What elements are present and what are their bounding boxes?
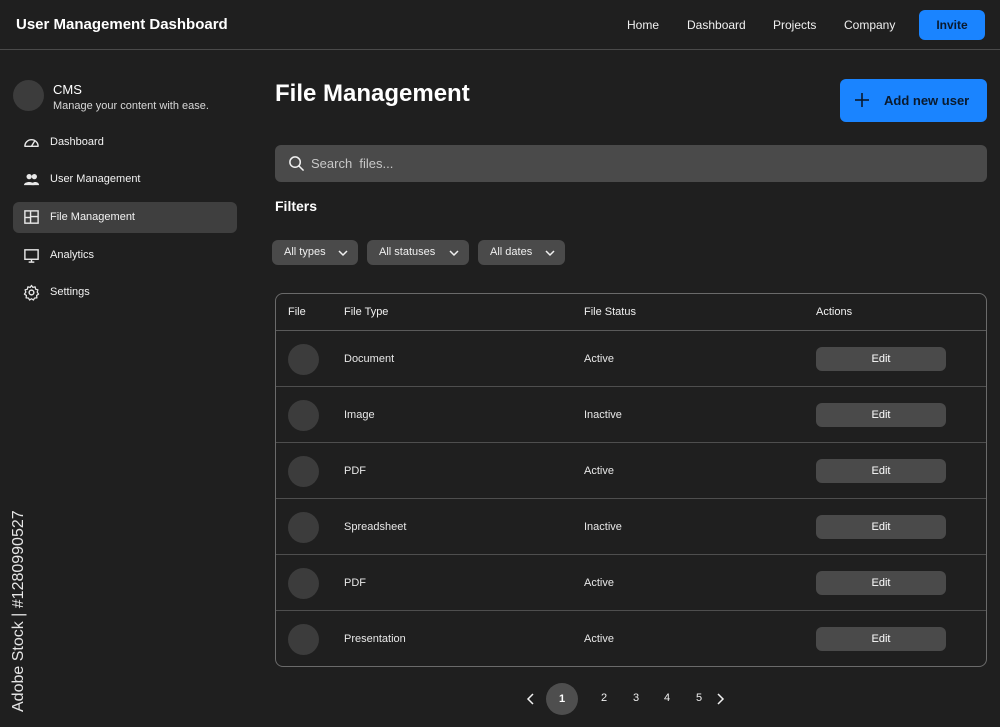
sidebar-item-user-management[interactable]: User Management — [13, 164, 237, 195]
users-icon — [23, 174, 40, 186]
edit-button[interactable]: Edit — [816, 403, 946, 427]
gauge-icon — [24, 138, 39, 147]
app-title: User Management Dashboard — [16, 16, 228, 33]
edit-button[interactable]: Edit — [816, 347, 946, 371]
column-header-file-type: File Type — [344, 306, 389, 318]
table-row: Document Active Edit — [276, 331, 986, 387]
nav-projects[interactable]: Projects — [773, 18, 816, 32]
file-status-cell: Active — [584, 465, 614, 477]
filter-label: All types — [284, 246, 326, 258]
chevron-left-icon[interactable] — [526, 693, 536, 705]
page-2-button[interactable]: 2 — [601, 692, 607, 704]
table-row: PDF Active Edit — [276, 555, 986, 611]
nav-dashboard[interactable]: Dashboard — [687, 18, 746, 32]
invite-button[interactable]: Invite — [919, 10, 985, 40]
files-table: File File Type File Status Actions Docum… — [275, 293, 987, 667]
file-status-cell: Inactive — [584, 409, 622, 421]
file-thumbnail — [288, 344, 319, 375]
column-header-file-status: File Status — [584, 306, 636, 318]
chevron-right-icon[interactable] — [715, 693, 725, 705]
sidebar-item-analytics[interactable]: Analytics — [13, 240, 237, 271]
file-status-cell: Active — [584, 353, 614, 365]
file-thumbnail — [288, 568, 319, 599]
nav-home[interactable]: Home — [627, 18, 659, 32]
file-type-cell: Presentation — [344, 633, 406, 645]
filter-statuses-dropdown[interactable]: All statuses — [367, 240, 469, 265]
sidebar-item-label: Analytics — [50, 249, 95, 261]
sidebar-item-file-management[interactable]: File Management — [13, 202, 237, 233]
file-type-cell: PDF — [344, 577, 366, 589]
filter-types-dropdown[interactable]: All types — [272, 240, 358, 265]
chevron-down-icon — [545, 250, 555, 257]
file-type-cell: Document — [344, 353, 395, 365]
filter-dates-dropdown[interactable]: All dates — [478, 240, 565, 265]
avatar — [13, 80, 44, 111]
file-thumbnail — [288, 400, 319, 431]
search-bar — [275, 145, 987, 182]
sidebar-item-dashboard[interactable]: Dashboard — [13, 127, 237, 158]
table-row: PDF Active Edit — [276, 443, 986, 499]
filters-title: Filters — [275, 198, 318, 214]
file-status-cell: Inactive — [584, 521, 622, 533]
chevron-down-icon — [449, 250, 459, 257]
file-thumbnail — [288, 512, 319, 543]
file-status-cell: Active — [584, 577, 614, 589]
search-input[interactable] — [311, 145, 971, 182]
sidebar-item-settings[interactable]: Settings — [13, 277, 237, 308]
sidebar-item-label: Dashboard — [50, 136, 104, 148]
sidebar-item-label: File Management — [50, 211, 135, 223]
page-4-button[interactable]: 4 — [664, 692, 670, 704]
column-header-file: File — [288, 306, 306, 318]
add-new-user-label: Add new user — [884, 93, 970, 108]
edit-button[interactable]: Edit — [816, 571, 946, 595]
edit-button[interactable]: Edit — [816, 627, 946, 651]
plus-icon — [855, 93, 869, 107]
table-row: Presentation Active Edit — [276, 611, 986, 666]
brand-name: CMS — [53, 82, 82, 97]
edit-button[interactable]: Edit — [816, 459, 946, 483]
file-type-cell: Image — [344, 409, 375, 421]
add-new-user-button[interactable]: Add new user — [840, 79, 987, 122]
file-thumbnail — [288, 456, 319, 487]
file-thumbnail — [288, 624, 319, 655]
nav-company[interactable]: Company — [844, 18, 895, 32]
page-5-button[interactable]: 5 — [696, 692, 702, 704]
layout-icon — [24, 210, 39, 224]
watermark-id: Adobe Stock | #1280990527 — [10, 510, 27, 712]
page-title: File Management — [275, 80, 470, 107]
search-icon — [289, 156, 304, 171]
filter-label: All statuses — [379, 246, 436, 258]
page-1-button[interactable]: 1 — [546, 683, 578, 715]
column-header-actions: Actions — [816, 306, 853, 318]
file-type-cell: Spreadsheet — [344, 521, 407, 533]
table-row: Spreadsheet Inactive Edit — [276, 499, 986, 555]
sidebar-item-label: User Management — [50, 173, 141, 185]
monitor-icon — [24, 249, 39, 263]
edit-button[interactable]: Edit — [816, 515, 946, 539]
gear-icon — [23, 284, 40, 301]
brand-tagline: Manage your content with ease. — [53, 100, 209, 112]
filter-label: All dates — [490, 246, 533, 258]
table-header: File File Type File Status Actions — [276, 294, 986, 331]
table-row: Image Inactive Edit — [276, 387, 986, 443]
chevron-down-icon — [338, 250, 348, 257]
page-3-button[interactable]: 3 — [633, 692, 639, 704]
file-type-cell: PDF — [344, 465, 366, 477]
sidebar-item-label: Settings — [50, 286, 90, 298]
top-bar: User Management Dashboard Home Dashboard… — [0, 0, 1000, 50]
file-status-cell: Active — [584, 633, 614, 645]
